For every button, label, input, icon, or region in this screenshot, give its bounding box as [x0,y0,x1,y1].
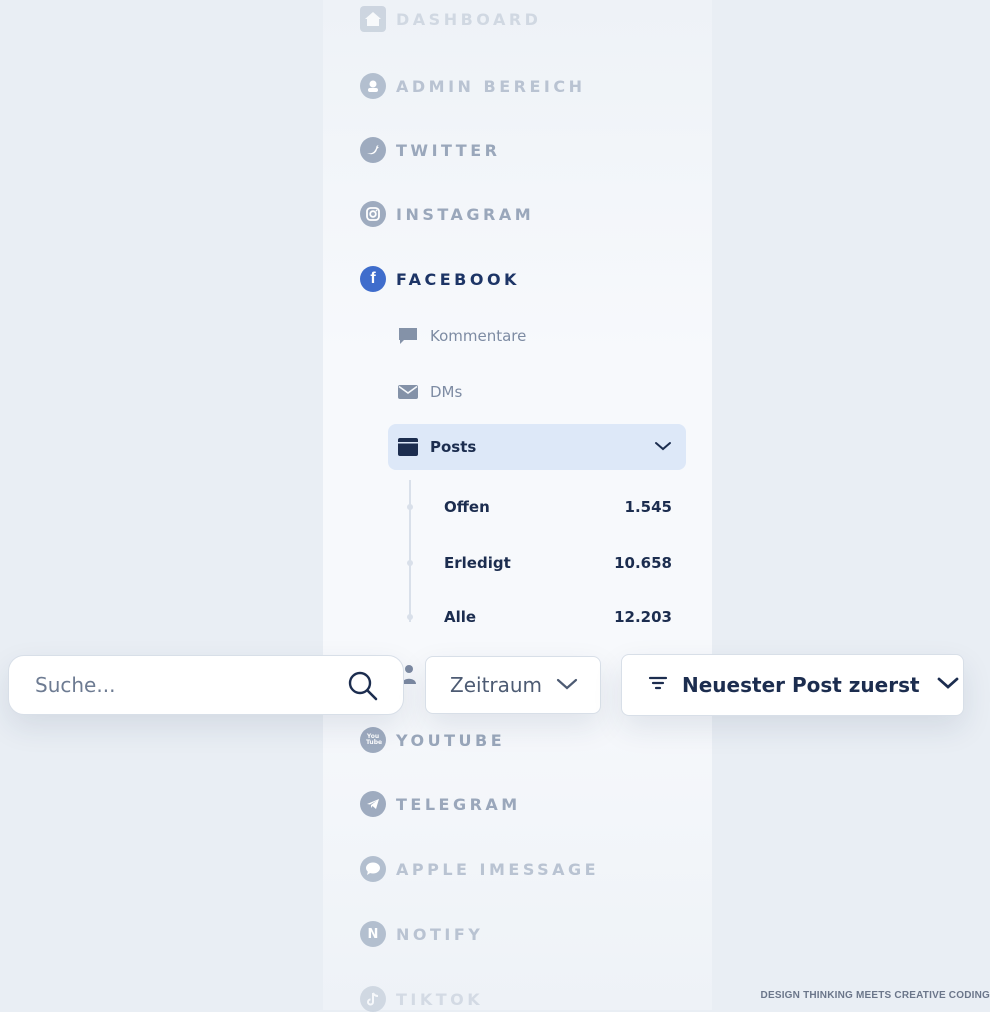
nav-label-notify: NOTIFY [396,924,484,944]
nav-item-dashboard[interactable]: DASHBOARD [360,6,541,32]
user-icon [402,664,416,686]
subnav-label-kommentare: Kommentare [430,327,527,345]
nav-label-tiktok: TIKTOK [396,989,484,1009]
nav-item-facebook[interactable]: f FACEBOOK [360,266,520,292]
subnav-posts[interactable]: Posts [388,424,686,470]
youtube-glyph: You Tube [366,733,383,746]
tiktok-icon [360,986,386,1012]
subnav-dms[interactable]: DMs [398,381,462,403]
subnav-label-posts: Posts [430,438,477,456]
nav-item-notify[interactable]: N NOTIFY [360,921,483,947]
facebook-icon: f [360,266,386,292]
posts-row-label: Offen [444,498,490,516]
nav-label-youtube: YOUTUBE [396,730,506,750]
imessage-icon [360,856,386,882]
posts-row-offen[interactable]: Offen 1.545 [444,496,672,518]
nav-label-twitter: TWITTER [396,140,501,160]
search-bar [8,655,404,715]
tree-dot [407,560,413,566]
subnav-kommentare[interactable]: Kommentare [398,325,526,347]
instagram-icon [360,201,386,227]
nav-item-youtube[interactable]: You Tube YOUTUBE [360,727,505,753]
nav-label-dashboard: DASHBOARD [396,9,542,29]
subnav-label-dms: DMs [430,383,463,401]
twitter-icon [360,137,386,163]
chevron-down-icon [936,675,960,695]
search-icon[interactable] [347,670,379,706]
admin-icon [360,73,386,99]
nav-label-facebook: FACEBOOK [396,269,520,289]
tree-line [409,480,411,622]
zeitraum-dropdown[interactable]: Zeitraum [425,656,601,714]
nav-item-tiktok[interactable]: TIKTOK [360,986,483,1012]
posts-row-count: 10.658 [614,554,672,572]
chevron-down-icon [556,676,578,695]
chevron-down-icon [654,438,672,457]
youtube-icon: You Tube [360,727,386,753]
posts-row-count: 1.545 [624,498,672,516]
posts-row-alle[interactable]: Alle 12.203 [444,606,672,628]
posts-icon [398,438,418,456]
posts-row-label: Alle [444,608,477,626]
nav-item-imessage[interactable]: APPLE IMESSAGE [360,856,599,882]
notify-icon: N [360,921,386,947]
nav-label-admin: ADMIN BEREICH [396,76,586,96]
nav-label-imessage: APPLE IMESSAGE [396,859,600,879]
comment-icon [398,328,418,344]
nav-label-telegram: TELEGRAM [396,794,521,814]
sort-dropdown[interactable]: Neuester Post zuerst [621,654,964,716]
footer-tagline: DESIGN THINKING MEETS CREATIVE CODING [760,990,990,1001]
home-icon [360,6,386,32]
tree-dot [407,614,413,620]
zeitraum-label: Zeitraum [450,673,543,697]
nav-item-instagram[interactable]: INSTAGRAM [360,201,534,227]
nav-label-instagram: INSTAGRAM [396,204,535,224]
sort-label: Neuester Post zuerst [682,673,920,697]
nav-item-admin[interactable]: ADMIN BEREICH [360,73,585,99]
nav-item-telegram[interactable]: TELEGRAM [360,791,521,817]
posts-row-label: Erledigt [444,554,511,572]
envelope-icon [398,384,418,400]
telegram-icon [360,791,386,817]
search-input[interactable] [33,672,337,698]
posts-row-erledigt[interactable]: Erledigt 10.658 [444,552,672,574]
posts-row-count: 12.203 [614,608,672,626]
filter-icon [648,675,668,695]
tree-dot [407,504,413,510]
nav-item-twitter[interactable]: TWITTER [360,137,500,163]
